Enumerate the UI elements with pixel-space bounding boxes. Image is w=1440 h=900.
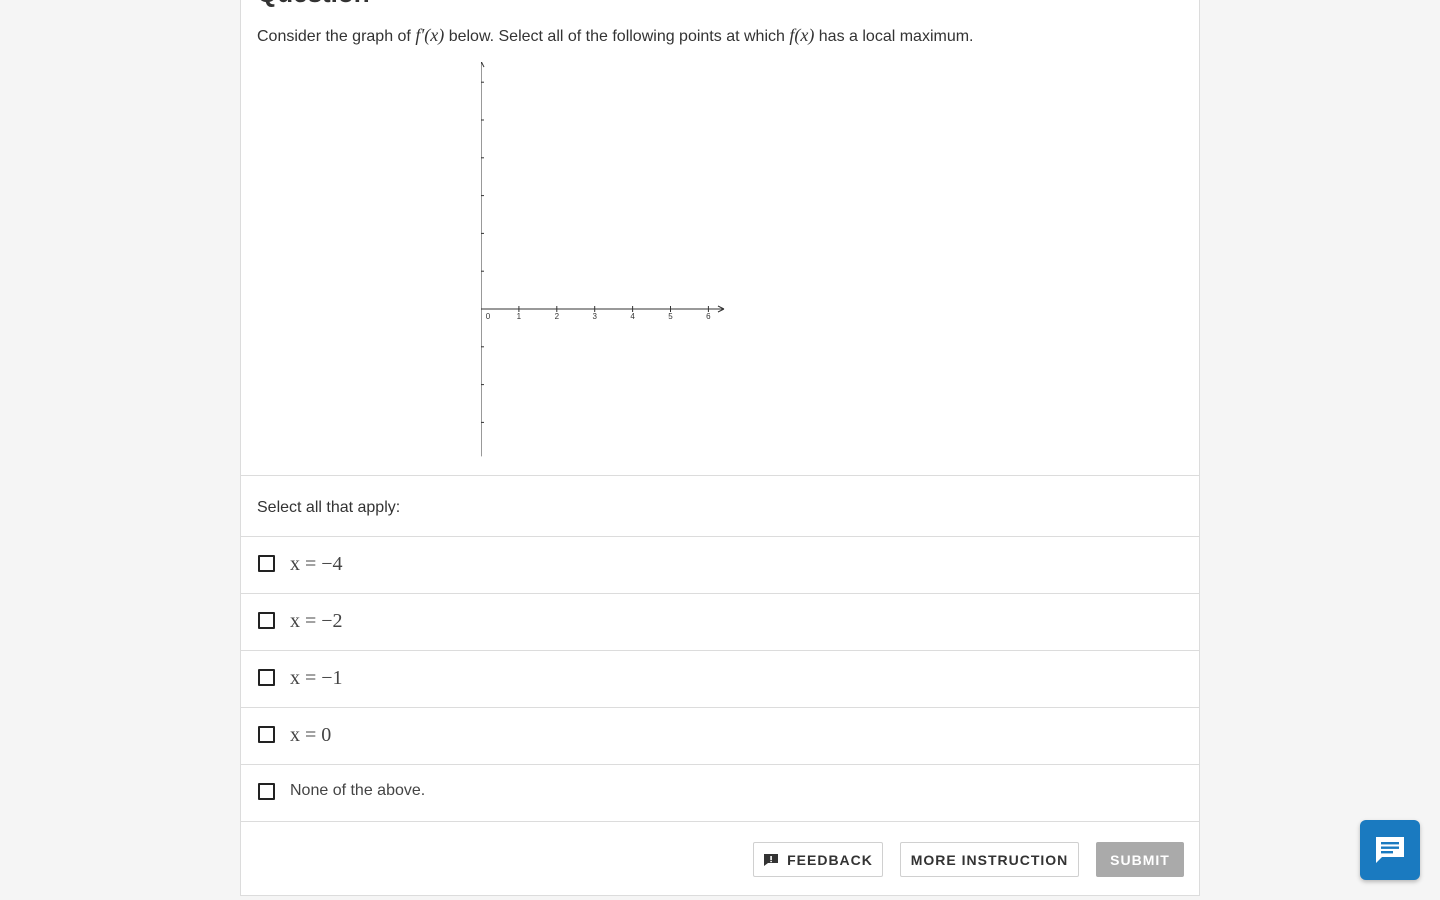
graph-axes <box>246 60 725 457</box>
option-x-0[interactable]: x = 0 <box>241 707 1199 764</box>
fprime-expression: f′(x) <box>415 25 445 45</box>
option-label: x = −1 <box>290 667 343 689</box>
feedback-button[interactable]: FEEDBACK <box>753 842 883 877</box>
question-heading: Question <box>257 0 370 8</box>
checkbox[interactable] <box>258 783 275 800</box>
option-label: x = 0 <box>290 724 332 746</box>
separator <box>241 475 1199 476</box>
question-part1: Consider the graph of <box>257 28 416 45</box>
checkbox[interactable] <box>258 555 275 572</box>
x-tick-label: 5 <box>668 312 673 321</box>
graph-ticks: -6-5-4-3-2-10123456-3-2-10123456 <box>250 78 711 427</box>
question-part2: below. Select all of the following point… <box>444 28 790 45</box>
more-instruction-button[interactable]: MORE INSTRUCTION <box>900 842 1079 877</box>
checkbox[interactable] <box>258 612 275 629</box>
option-label: x = −4 <box>290 553 343 575</box>
option-label: x = −2 <box>290 610 343 632</box>
x-tick-label: 0 <box>486 312 491 321</box>
footer-separator <box>241 821 1199 822</box>
option-x-minus-4[interactable]: x = −4 <box>241 536 1199 593</box>
submit-button[interactable]: SUBMIT <box>1096 842 1184 877</box>
graph-svg: -6-5-4-3-2-10123456-3-2-10123456 f' <box>246 60 725 457</box>
x-tick-label: 3 <box>592 312 597 321</box>
option-none[interactable]: None of the above. <box>241 764 1199 821</box>
question-card: Question Consider the graph of f′(x) bel… <box>240 0 1200 896</box>
select-all-label: Select all that apply: <box>257 499 401 516</box>
feedback-icon <box>764 853 779 866</box>
x-tick-label: 1 <box>517 312 522 321</box>
x-tick-label: 6 <box>706 312 711 321</box>
chat-button[interactable] <box>1360 820 1420 880</box>
option-label: None of the above. <box>290 782 426 799</box>
checkbox[interactable] <box>258 669 275 686</box>
graph: -6-5-4-3-2-10123456-3-2-10123456 f' <box>246 60 961 457</box>
x-tick-label: 2 <box>555 312 560 321</box>
question-part3: has a local maximum. <box>814 28 974 45</box>
checkbox[interactable] <box>258 726 275 743</box>
feedback-label: FEEDBACK <box>787 851 873 868</box>
option-x-minus-1[interactable]: x = −1 <box>241 650 1199 707</box>
x-tick-label: 4 <box>630 312 635 321</box>
chat-icon <box>1376 837 1404 863</box>
option-x-minus-2[interactable]: x = −2 <box>241 593 1199 650</box>
question-text: Consider the graph of f′(x) below. Selec… <box>257 25 974 46</box>
f-expression: f(x) <box>789 25 815 45</box>
